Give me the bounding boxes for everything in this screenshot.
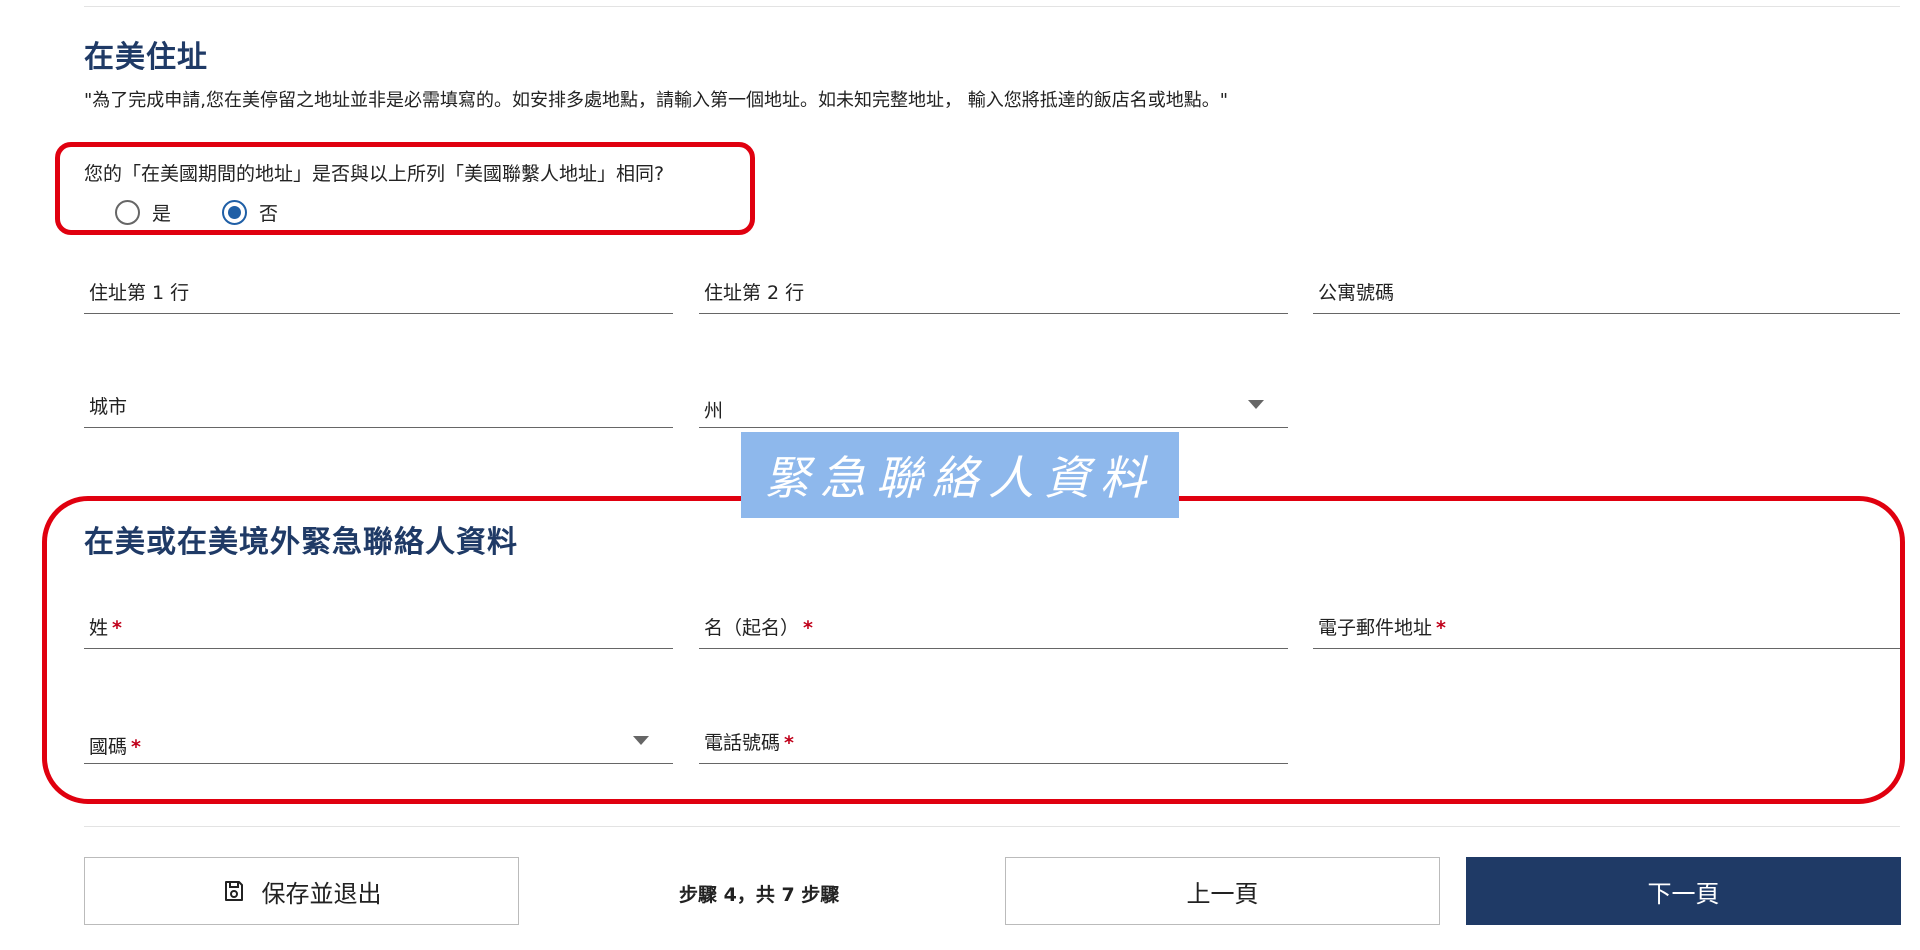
radio-no-label: 否 — [259, 203, 279, 225]
emergency-banner-text: 緊急聯絡人資料 — [764, 451, 1156, 505]
radio-no-circle[interactable] — [222, 200, 247, 225]
save-and-exit-label: 保存並退出 — [261, 879, 382, 908]
emergency-banner: 緊急聯絡人資料 — [741, 432, 1179, 518]
required-mark: * — [784, 732, 794, 754]
required-mark: * — [131, 736, 141, 758]
radio-yes-circle[interactable] — [115, 200, 140, 225]
last-name-label: 姓 * — [89, 617, 122, 639]
country-code-select[interactable]: 國碼 * — [84, 716, 673, 764]
state-label: 州 — [704, 400, 724, 422]
bottom-divider — [84, 826, 1900, 827]
city-field[interactable]: 城市 — [84, 380, 673, 428]
radio-yes[interactable]: 是 — [115, 199, 171, 226]
address-line2-label: 住址第 2 行 — [704, 282, 805, 304]
required-mark: * — [803, 617, 813, 639]
apartment-field[interactable]: 公寓號碼 — [1313, 266, 1900, 314]
address-line1-label: 住址第 1 行 — [89, 282, 190, 304]
first-name-field[interactable]: 名（起名） * — [699, 601, 1288, 649]
address-line2-field[interactable]: 住址第 2 行 — [699, 266, 1288, 314]
first-name-label: 名（起名） * — [704, 617, 813, 639]
top-divider — [84, 6, 1900, 7]
phone-field[interactable]: 電話號碼 * — [699, 716, 1288, 764]
previous-page-button[interactable]: 上一頁 — [1005, 857, 1440, 925]
radio-yes-label: 是 — [152, 203, 172, 225]
chevron-down-icon[interactable] — [633, 736, 649, 745]
city-label: 城市 — [89, 396, 128, 418]
apartment-label: 公寓號碼 — [1318, 282, 1395, 304]
same-address-question: 您的「在美國期間的地址」是否與以上所列「美國聯繫人地址」相同? — [84, 163, 665, 185]
address-section-title: 在美住址 — [84, 40, 208, 75]
next-page-label: 下一頁 — [1647, 879, 1720, 908]
step-indicator: 步驟 4，共 7 步驟 — [679, 884, 840, 906]
chevron-down-icon[interactable] — [1248, 400, 1264, 409]
address-intro-text: "為了完成申請,您在美停留之地址並非是必需填寫的。如安排多處地點，請輸入第一個地… — [84, 90, 1228, 111]
next-page-button[interactable]: 下一頁 — [1466, 857, 1901, 925]
radio-no[interactable]: 否 — [222, 199, 278, 226]
previous-page-label: 上一頁 — [1186, 879, 1259, 908]
save-and-exit-button[interactable]: 保存並退出 — [84, 857, 519, 925]
country-code-label: 國碼 * — [89, 736, 141, 758]
address-line1-field[interactable]: 住址第 1 行 — [84, 266, 673, 314]
floppy-disk-icon — [224, 881, 243, 901]
required-mark: * — [1436, 617, 1446, 639]
email-label: 電子郵件地址 * — [1318, 617, 1446, 639]
required-mark: * — [112, 617, 122, 639]
last-name-field[interactable]: 姓 * — [84, 601, 673, 649]
phone-label: 電話號碼 * — [704, 732, 794, 754]
state-select[interactable]: 州 — [699, 380, 1288, 428]
emergency-section-title: 在美或在美境外緊急聯絡人資料 — [84, 525, 518, 560]
email-field[interactable]: 電子郵件地址 * — [1313, 601, 1900, 649]
